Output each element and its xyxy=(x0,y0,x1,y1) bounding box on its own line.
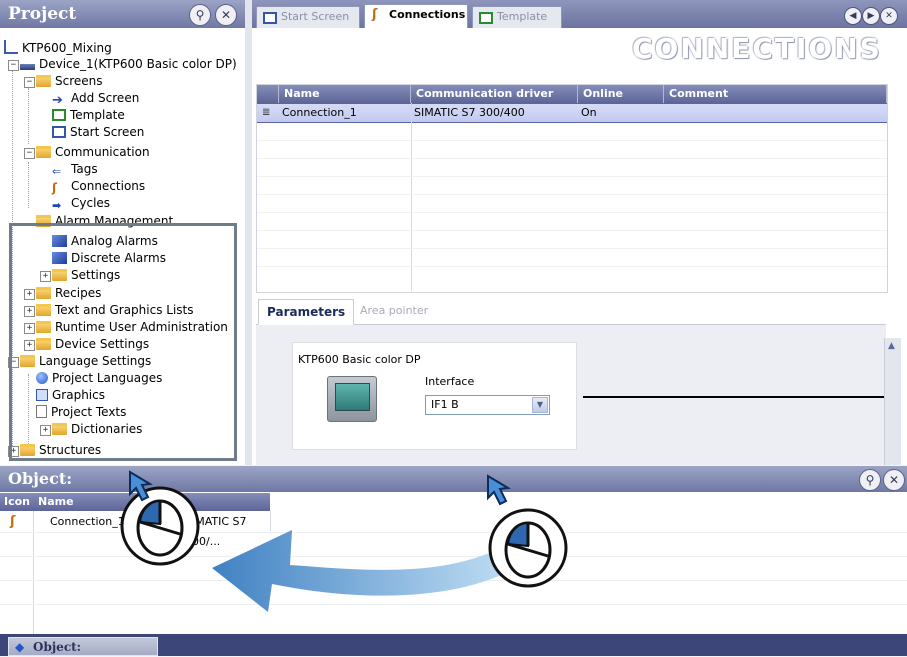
editor-tabbar: Start Screen ʃ Connections Template ◀ ▶ ✕ xyxy=(252,0,907,28)
device-card: KTP600 Basic color DP Interface IF1 B ▼ xyxy=(292,342,577,450)
connections-table: Name Communication driver Online Comment… xyxy=(256,84,888,293)
screen-icon xyxy=(479,12,493,24)
close-icon[interactable]: ✕ xyxy=(880,7,898,25)
tab-area-pointer[interactable]: Area pointer xyxy=(352,299,436,323)
collapse-icon[interactable]: − xyxy=(24,148,35,159)
cell-driver[interactable]: SIMATIC S7 300/400 xyxy=(411,104,578,122)
connection-line xyxy=(583,396,893,398)
tab-template[interactable]: Template xyxy=(472,6,562,28)
pin-icon[interactable]: ⚲ xyxy=(189,4,211,26)
vertical-scrollbar[interactable]: ▲ xyxy=(884,338,901,465)
row-handle-icon[interactable]: ≣ xyxy=(259,104,277,122)
tab-connections[interactable]: ʃ Connections xyxy=(364,4,468,28)
close-icon[interactable]: ✕ xyxy=(215,4,237,26)
connection-icon: ʃ xyxy=(52,181,57,195)
device-icon xyxy=(20,64,35,70)
tab-start-screen[interactable]: Start Screen xyxy=(256,6,360,28)
tags-icon: ⇐ xyxy=(52,165,62,178)
connection-icon: ʃ xyxy=(10,514,16,529)
project-title: Project xyxy=(8,4,77,24)
connection-icon: ʃ xyxy=(372,5,378,25)
scroll-up-icon[interactable]: ▲ xyxy=(888,341,895,351)
tree-item-connections[interactable]: ʃ Connections xyxy=(52,178,145,195)
interface-value: IF1 B xyxy=(431,398,459,411)
chevron-down-icon[interactable]: ▼ xyxy=(532,397,548,413)
collapse-icon[interactable]: − xyxy=(24,77,35,88)
folder-icon xyxy=(36,75,51,87)
col-online[interactable]: Online xyxy=(578,85,664,103)
col-name[interactable]: Name xyxy=(279,85,411,103)
hmi-device-image xyxy=(327,376,377,422)
col-driver[interactable]: Communication driver xyxy=(411,85,578,103)
panel-splitter[interactable] xyxy=(245,0,252,465)
table-row[interactable]: ≣ Connection_1 SIMATIC S7 300/400 On xyxy=(257,103,887,123)
tree-item-screens[interactable]: Screens xyxy=(36,73,103,90)
screen-icon xyxy=(263,12,277,24)
device-name: KTP600 Basic color DP xyxy=(298,353,421,366)
collapse-icon[interactable]: − xyxy=(8,60,19,71)
interface-label: Interface xyxy=(425,375,475,388)
object-column-header: Icon Name xyxy=(0,493,270,511)
tree-item-project[interactable]: KTP600_Mixing xyxy=(4,40,112,57)
object-taskbar-button[interactable]: ◆ Object: xyxy=(8,637,158,656)
tab-parameters[interactable]: Parameters xyxy=(258,299,355,325)
tree-item-communication[interactable]: Communication xyxy=(36,144,150,161)
editor-title: CONNECTIONS xyxy=(632,32,882,65)
pin-icon[interactable]: ⚲ xyxy=(859,469,881,491)
params-tabbar: Parameters Area pointer xyxy=(256,296,886,325)
col-comment[interactable]: Comment xyxy=(664,85,887,103)
row-header-col xyxy=(257,85,279,103)
col-name[interactable]: Name xyxy=(38,493,74,511)
nav-forward-icon[interactable]: ▶ xyxy=(862,7,880,25)
object-icon: ◆ xyxy=(15,640,25,654)
nav-back-icon[interactable]: ◀ xyxy=(844,7,862,25)
cycles-icon: ➡ xyxy=(52,199,62,212)
editor-panel: Start Screen ʃ Connections Template ◀ ▶ ✕… xyxy=(252,0,907,465)
object-row[interactable]: ʃ Connection_1 SIMATIC S7 300/... xyxy=(0,512,270,548)
tree-item-template[interactable]: Template xyxy=(52,107,125,124)
object-row-name: Connection_1 xyxy=(50,515,125,528)
cell-comment[interactable] xyxy=(664,104,887,122)
object-panel: Object: ⚲ ✕ Icon Name ʃ Connection_1 SIM… xyxy=(0,466,907,634)
tree-item-start-screen[interactable]: Start Screen xyxy=(52,124,144,141)
status-bar: ◆ Object: xyxy=(0,634,907,656)
screen-icon xyxy=(52,109,66,121)
object-header: Object: xyxy=(0,466,907,492)
tree-item-tags[interactable]: ⇐ Tags xyxy=(52,161,98,178)
close-icon[interactable]: ✕ xyxy=(883,469,905,491)
interface-select[interactable]: IF1 B ▼ xyxy=(425,395,550,415)
tree-item-add-screen[interactable]: ➔ Add Screen xyxy=(52,90,139,108)
screen-icon xyxy=(52,126,66,138)
cell-name[interactable]: Connection_1 xyxy=(279,104,411,122)
parameters-area: KTP600 Basic color DP Interface IF1 B ▼ xyxy=(256,325,893,465)
object-title: Object: xyxy=(8,469,73,488)
tree-item-device[interactable]: Device_1(KTP600 Basic color DP) xyxy=(20,56,237,73)
tree-item-cycles[interactable]: ➡ Cycles xyxy=(52,195,110,212)
col-icon[interactable]: Icon xyxy=(4,493,30,511)
folder-icon xyxy=(36,146,51,158)
cell-online[interactable]: On xyxy=(578,104,664,122)
highlight-frame xyxy=(9,223,237,461)
add-arrow-icon: ➔ xyxy=(52,93,63,108)
project-icon xyxy=(4,40,18,54)
